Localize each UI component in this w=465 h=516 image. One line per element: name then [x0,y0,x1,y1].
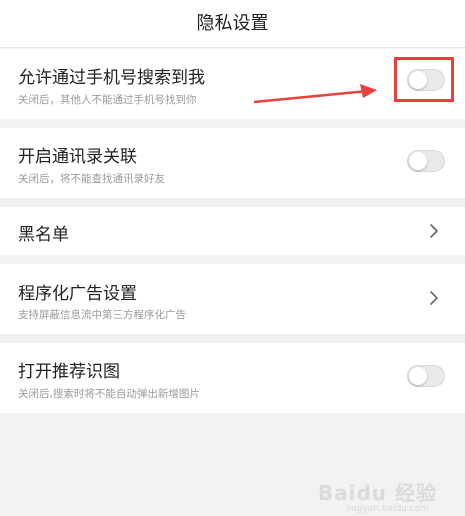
annotation-highlight-box [394,57,454,102]
setting-subtitle: 支持屏蔽信息流中第三方程序化广告 [18,309,186,321]
setting-subtitle: 关闭后，其他人不能通过手机号找到你 [18,94,197,106]
setting-row-ads[interactable]: 程序化广告设置 支持屏蔽信息流中第三方程序化广告 [0,264,465,334]
setting-row-contacts: 开启通讯录关联 关闭后，将不能查找通讯录好友 [0,128,465,198]
setting-title: 黑名单 [18,225,69,245]
setting-subtitle: 关闭后，将不能查找通讯录好友 [18,173,165,185]
page-title: 隐私设置 [0,0,465,48]
setting-subtitle: 关闭后,搜索时将不能自动弹出新增图片 [18,388,200,400]
setting-title: 开启通讯录关联 [18,147,137,167]
chevron-right-icon [430,224,438,238]
contacts-toggle[interactable] [407,150,445,172]
toggle-knob [409,152,427,170]
chevron-right-icon [430,291,438,305]
annotation-arrow-icon [253,84,377,104]
baidu-watermark: Baidu 经验 [317,481,437,505]
page-title-text: 隐私设置 [196,13,269,34]
setting-title: 程序化广告设置 [18,284,137,304]
image-recommend-toggle[interactable] [407,365,445,387]
toggle-knob [409,367,427,385]
setting-row-image-recommend: 打开推荐识图 关闭后,搜索时将不能自动弹出新增图片 [0,343,465,413]
setting-title: 打开推荐识图 [18,362,120,382]
setting-row-blacklist[interactable]: 黑名单 [0,207,465,255]
setting-title: 允许通过手机号搜索到我 [18,68,205,88]
baidu-watermark-url: jingyan.baidu.com [345,504,429,514]
